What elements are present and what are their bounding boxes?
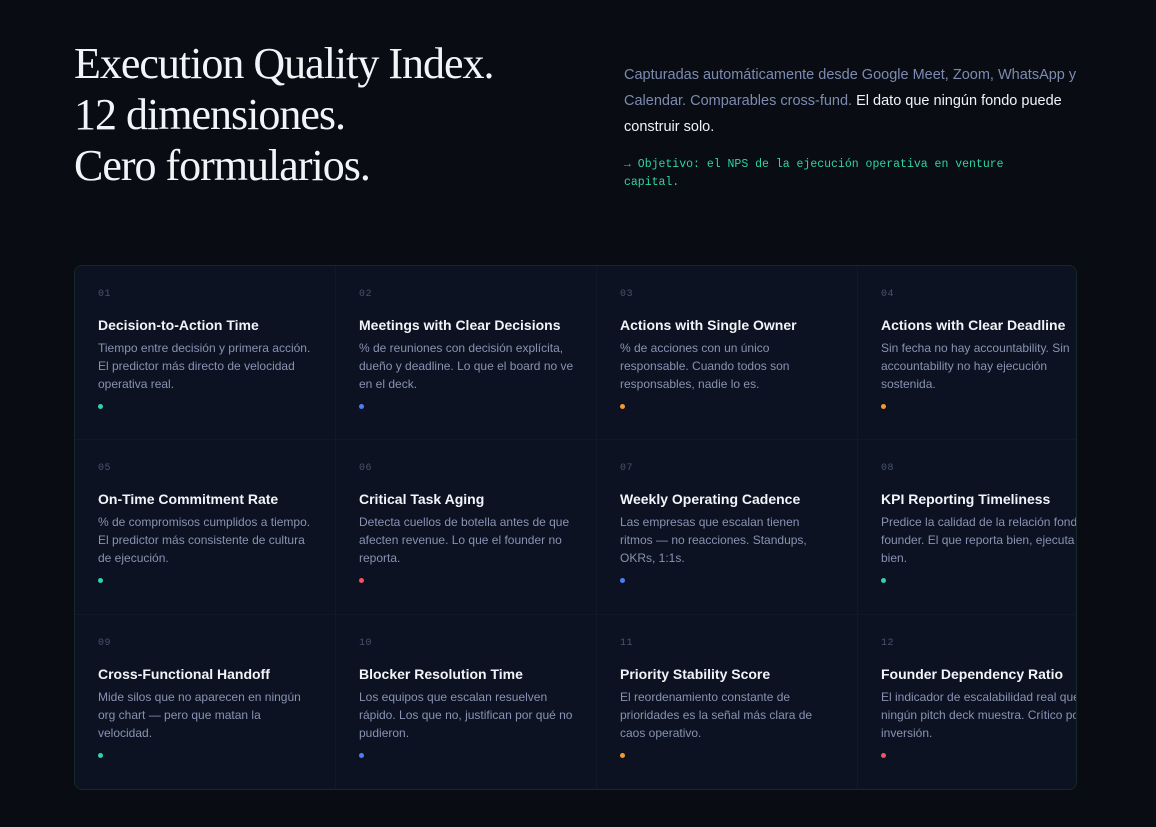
status-dot <box>98 578 103 584</box>
metric-card: 01 Decision-to-Action Time Tiempo entre … <box>75 266 336 441</box>
metric-description: El reordenamiento constante de prioridad… <box>620 689 813 740</box>
metric-description: Sin fecha no hay accountability. Sin acc… <box>881 341 1070 391</box>
metric-title: Meetings with Clear Decisions <box>359 317 561 333</box>
hero-title-line: 12 dimensiones. <box>74 90 346 139</box>
metric-description: Tiempo entre decisión y primera acción. … <box>98 341 311 391</box>
metric-card: 06 Critical Task Aging Detecta cuellos d… <box>336 440 597 615</box>
metric-number: 05 <box>98 463 112 475</box>
metric-card: 03 Actions with Single Owner % de accion… <box>597 266 858 441</box>
metric-description: Mide silos que no aparecen en ningún org… <box>98 689 301 740</box>
metric-card: 12 Founder Dependency Ratio El indicador… <box>858 614 1077 789</box>
hero-title-line: Execution Quality Index. <box>74 39 495 88</box>
status-dot <box>881 578 886 584</box>
metric-number: 08 <box>881 463 895 475</box>
metric-title: Founder Dependency Ratio <box>881 665 1064 682</box>
metric-card: 09 Cross-Functional Handoff Mide silos q… <box>75 614 336 789</box>
hero-title-line: Cero formularios. <box>74 141 371 190</box>
metric-card: 05 On-Time Commitment Rate % de compromi… <box>75 440 336 615</box>
metric-title: Decision-to-Action Time <box>98 317 259 333</box>
metric-card: 04 Actions with Clear Deadline Sin fecha… <box>858 266 1076 441</box>
metric-title: Priority Stability Score <box>620 665 771 682</box>
metric-title: Actions with Clear Deadline <box>881 317 1066 333</box>
metric-number: 11 <box>620 637 634 649</box>
metric-card: 10 Blocker Resolution Time Los equipos q… <box>336 614 597 789</box>
status-dot <box>98 404 103 409</box>
metric-description: Detecta cuellos de botella antes de que … <box>359 515 570 566</box>
status-dot <box>98 752 103 758</box>
metric-description: Predice la calidad de la relación fondo-… <box>881 515 1077 566</box>
metric-number: 07 <box>620 463 634 475</box>
metric-number: 12 <box>881 637 895 649</box>
metric-title: KPI Reporting Timeliness <box>881 491 1051 508</box>
metric-card: 07 Weekly Operating Cadence Las empresas… <box>597 440 858 615</box>
status-dot <box>359 404 364 409</box>
metric-card: 11 Priority Stability Score El reordenam… <box>597 614 858 789</box>
status-dot <box>359 752 364 758</box>
status-dot <box>881 752 886 758</box>
metric-description: Las empresas que escalan tienen ritmos —… <box>620 515 807 566</box>
hero-title: Execution Quality Index. 12 dimensiones.… <box>74 38 495 191</box>
status-dot <box>881 404 886 409</box>
metric-title: Actions with Single Owner <box>620 317 797 333</box>
metric-card: 02 Meetings with Clear Decisions % de re… <box>336 266 597 441</box>
metric-title: On-Time Commitment Rate <box>98 491 279 508</box>
metric-title: Blocker Resolution Time <box>359 665 523 682</box>
metric-card: 08 KPI Reporting Timeliness Predice la c… <box>858 440 1077 615</box>
metrics-grid: 01 Decision-to-Action Time Tiempo entre … <box>74 265 1077 790</box>
metric-number: 09 <box>98 637 112 649</box>
metric-description: % de compromisos cumplidos a tiempo. El … <box>98 515 311 566</box>
status-dot <box>620 752 625 758</box>
metric-number: 03 <box>620 289 634 300</box>
objective-note: → Objetivo: el NPS de la ejecución opera… <box>624 158 1004 189</box>
metric-description: % de reuniones con decisión explícita, d… <box>359 341 574 391</box>
metric-number: 10 <box>359 637 373 649</box>
metric-title: Critical Task Aging <box>359 491 485 508</box>
hero-description: Capturadas automáticamente desde Google … <box>624 62 1084 140</box>
metric-title: Weekly Operating Cadence <box>620 491 801 508</box>
status-dot <box>359 578 364 584</box>
status-dot <box>620 578 625 584</box>
metric-number: 06 <box>359 463 373 475</box>
metric-number: 04 <box>881 289 895 300</box>
metric-title: Cross-Functional Handoff <box>98 665 270 682</box>
metric-number: 01 <box>98 289 112 300</box>
metric-description: El indicador de escalabilidad real que n… <box>881 689 1077 740</box>
metric-description: Los equipos que escalan resuelven rápido… <box>359 689 573 740</box>
metric-number: 02 <box>359 289 373 300</box>
status-dot <box>620 404 625 409</box>
metric-description: % de acciones con un único responsable. … <box>620 341 790 391</box>
